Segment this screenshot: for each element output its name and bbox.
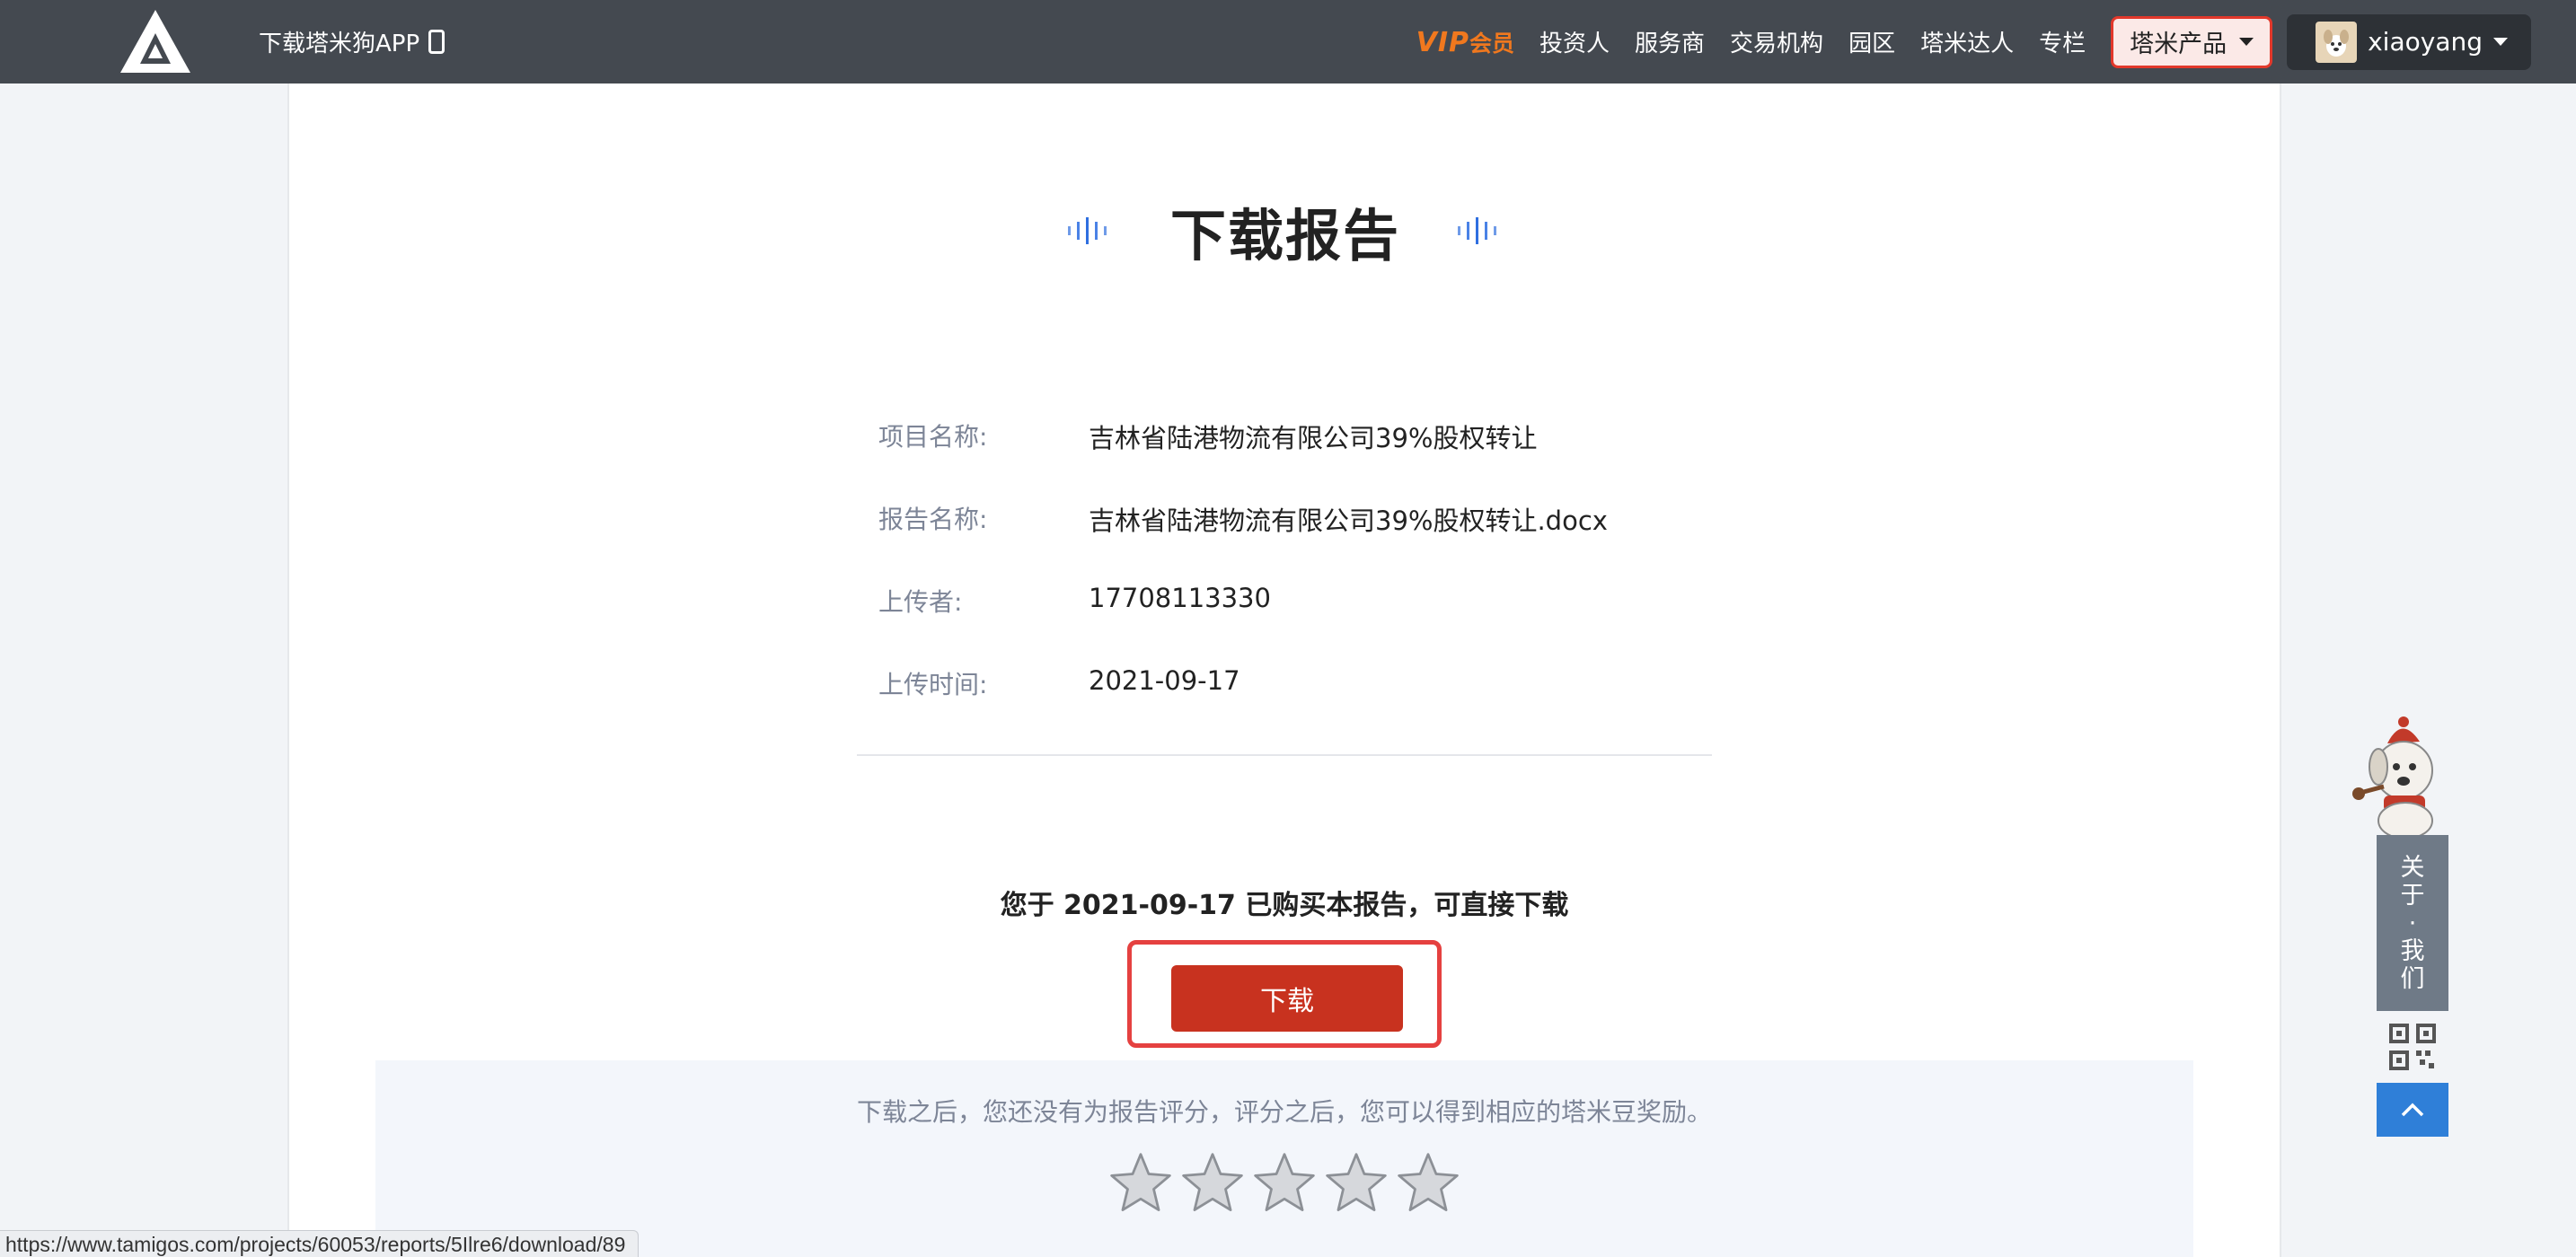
- info-row-report: 报告名称: 吉林省陆港物流有限公司39%股权转让.docx: [878, 500, 1732, 583]
- info-value: 吉林省陆港物流有限公司39%股权转让: [1089, 423, 1538, 453]
- nav-link-parks[interactable]: 园区: [1848, 25, 1895, 58]
- download-app-link[interactable]: 下载塔米狗APP: [259, 0, 446, 84]
- vip-mark: VIP: [1416, 26, 1469, 58]
- info-row-uploader: 上传者: 17708113330: [878, 583, 1732, 665]
- report-info-list: 项目名称: 吉林省陆港物流有限公司39%股权转让 报告名称: 吉林省陆港物流有限…: [878, 418, 1732, 748]
- info-value: 2021-09-17: [1089, 665, 1240, 696]
- avatar: [2316, 21, 2358, 63]
- about-char: 关: [2400, 853, 2425, 882]
- user-menu[interactable]: xiaoyang: [2287, 13, 2531, 70]
- dog-avatar-icon: [2324, 29, 2350, 57]
- divider: [857, 754, 1712, 756]
- sound-wave-decoration-icon: [1067, 217, 1107, 244]
- chevron-down-icon: [2493, 38, 2508, 46]
- info-row-project: 项目名称: 吉林省陆港物流有限公司39%股权转让: [878, 418, 1732, 500]
- product-menu-button[interactable]: 塔米产品: [2111, 15, 2273, 68]
- info-value: 吉林省陆港物流有限公司39%股权转让.docx: [1089, 505, 1608, 536]
- username: xiaoyang: [2368, 27, 2483, 57]
- info-label: 上传者:: [878, 587, 963, 617]
- status-bar-url: https://www.tamigos.com/projects/60053/r…: [0, 1230, 640, 1257]
- star-rating: [375, 1150, 2193, 1217]
- nav-link-columns[interactable]: 专栏: [2039, 25, 2086, 58]
- nav-link-experts[interactable]: 塔米达人: [1920, 25, 2014, 58]
- info-label: 项目名称:: [878, 422, 988, 452]
- star-icon[interactable]: [1395, 1150, 1461, 1217]
- vip-label: 会员: [1469, 30, 1515, 57]
- nav-link-investors[interactable]: 投资人: [1539, 25, 1610, 58]
- info-value: 17708113330: [1089, 583, 1271, 613]
- purchase-note: 您于 2021-09-17 已购买本报告，可直接下载: [1000, 890, 1569, 921]
- nav-right-group: VIP 会员 投资人 服务商 交易机构 园区 塔米达人 专栏 塔米产品 xiao…: [1416, 0, 2531, 84]
- star-icon[interactable]: [1251, 1150, 1318, 1217]
- product-menu-label: 塔米产品: [2130, 31, 2228, 58]
- tamigo-logo-icon[interactable]: [119, 8, 192, 75]
- top-navbar: 下载塔米狗APP VIP 会员 投资人 服务商 交易机构 园区 塔米达人 专栏 …: [0, 0, 2576, 84]
- star-icon[interactable]: [1323, 1150, 1389, 1217]
- mobile-phone-icon: [428, 30, 446, 54]
- chevron-up-icon: [2401, 1103, 2424, 1117]
- nav-link-institutions[interactable]: 交易机构: [1730, 25, 1823, 58]
- qr-code-icon[interactable]: [2389, 1024, 2436, 1070]
- rating-panel: 下载之后，您还没有为报告评分，评分之后，您可以得到相应的塔米豆奖励。: [375, 1060, 2193, 1257]
- report-download-card: 下载报告 项目名称: 吉林省陆港物流有限公司39%股权转让 报告名称: 吉林省陆…: [287, 84, 2281, 1257]
- about-char: ·: [2408, 909, 2417, 937]
- star-icon[interactable]: [1179, 1150, 1246, 1217]
- sound-wave-decoration-icon: [1458, 217, 1496, 244]
- title-row: 下载报告: [289, 195, 2280, 268]
- about-char: 于: [2400, 881, 2425, 910]
- about-char: 们: [2400, 964, 2425, 993]
- download-button[interactable]: 下载: [1171, 965, 1403, 1032]
- chevron-down-icon: [2239, 38, 2254, 46]
- download-app-label: 下载塔米狗APP: [259, 31, 420, 57]
- back-to-top-button[interactable]: [2377, 1083, 2448, 1137]
- rating-hint: 下载之后，您还没有为报告评分，评分之后，您可以得到相应的塔米豆奖励。: [856, 1097, 1712, 1127]
- about-char: 我: [2400, 936, 2425, 965]
- info-label: 上传时间:: [878, 670, 988, 699]
- dog-mascot-icon: [2352, 716, 2433, 839]
- info-label: 报告名称:: [878, 505, 988, 534]
- info-row-upload-time: 上传时间: 2021-09-17: [878, 665, 1732, 748]
- about-us-tab[interactable]: 关 于 · 我 们: [2377, 835, 2448, 1011]
- nav-link-service-providers[interactable]: 服务商: [1635, 25, 1705, 58]
- vip-link[interactable]: VIP 会员: [1416, 26, 1514, 58]
- star-icon[interactable]: [1107, 1150, 1174, 1217]
- page-title: 下载报告: [1169, 203, 1400, 268]
